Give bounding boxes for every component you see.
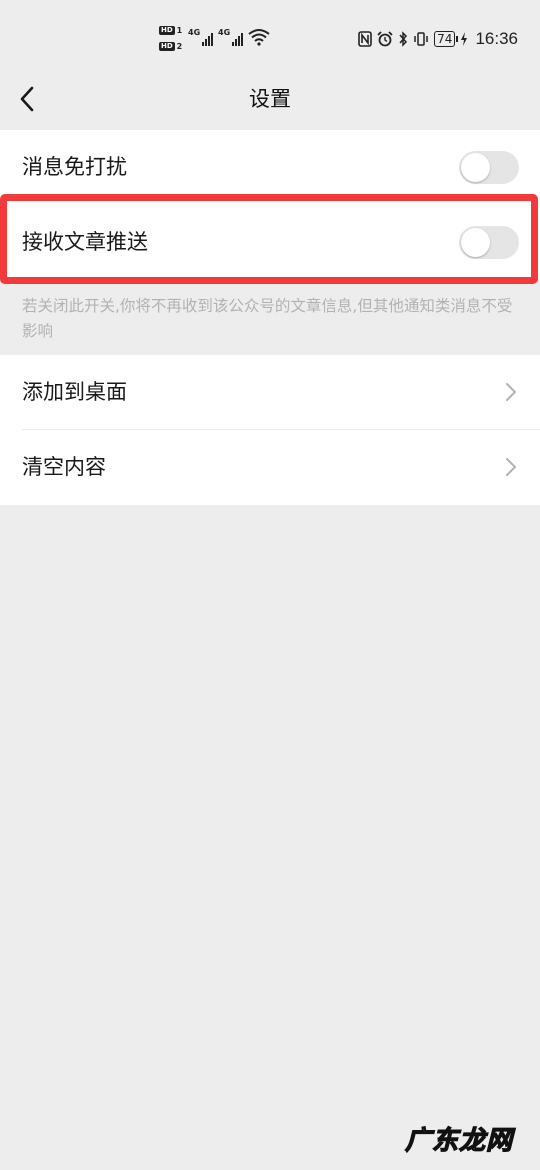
sim-number: 2 [176,41,183,51]
vibrate-icon [414,32,428,46]
do-not-disturb-row: 消息免打扰 [0,130,540,205]
watermark: 广东龙网 [404,1125,514,1156]
hd-indicators: HD 1 HD 2 [159,24,185,56]
clear-content-label: 清空内容 [22,455,106,479]
battery-icon: 74 [434,31,459,47]
network-type: 4G [188,28,201,37]
toggle-knob [461,228,490,257]
signal-icon: 4G [218,28,244,46]
receive-articles-label: 接收文章推送 [22,230,148,254]
settings-group-actions: 添加到桌面 清空内容 [0,355,540,505]
charging-icon [461,32,468,46]
settings-group-articles: 接收文章推送 [0,205,540,280]
wifi-icon [248,29,270,46]
chevron-right-icon [506,383,516,401]
sim-number: 1 [176,25,183,35]
status-icons-right: 74 16:36 [358,28,518,50]
status-bar: HD 1 HD 2 4G 4G 74 16:36 [0,0,540,80]
page-title: 设置 [249,87,291,111]
add-to-desktop-label: 添加到桌面 [22,380,127,404]
network-type: 4G [218,28,231,37]
clock: 16:36 [475,29,518,48]
signal-icon: 4G [188,28,214,46]
navigation-bar: 设置 [0,70,540,128]
receive-articles-note: 若关闭此开关,你将不再收到该公众号的文章信息,但其他通知类消息不受影响 [22,297,513,340]
alarm-icon [377,31,393,47]
chevron-right-icon [506,458,516,476]
bluetooth-icon [399,31,408,47]
do-not-disturb-label: 消息免打扰 [22,155,127,179]
add-to-desktop-row[interactable]: 添加到桌面 [0,355,540,430]
receive-articles-toggle[interactable] [459,226,519,259]
nfc-icon [358,31,372,47]
hd-badge: HD [159,25,175,35]
toggle-knob [461,153,490,182]
receive-articles-row: 接收文章推送 [0,205,540,280]
do-not-disturb-toggle[interactable] [459,151,519,184]
hd-badge: HD [159,41,175,51]
settings-group-dnd: 消息免打扰 [0,130,540,205]
clear-content-row[interactable]: 清空内容 [0,430,540,505]
